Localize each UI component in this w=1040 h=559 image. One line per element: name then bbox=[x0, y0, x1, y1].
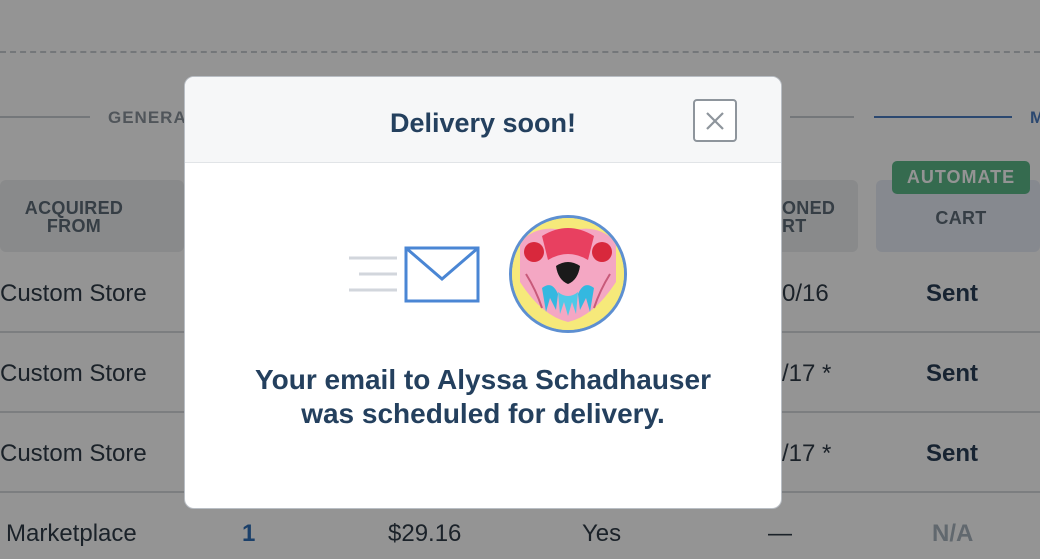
modal-title: Delivery soon! bbox=[389, 108, 577, 138]
avatar bbox=[509, 215, 627, 333]
modal-message-line-1: Your email to Alyssa Schadhauser bbox=[255, 364, 711, 395]
envelope-icon bbox=[349, 246, 480, 303]
close-icon bbox=[706, 112, 724, 130]
avatar-image bbox=[512, 218, 624, 330]
close-button[interactable] bbox=[693, 99, 737, 142]
modal-message-line-2: was scheduled for delivery. bbox=[301, 398, 665, 429]
modal-header: Delivery soon! bbox=[185, 77, 781, 163]
modal-message: Your email to Alyssa Schadhauser was sch… bbox=[185, 363, 781, 431]
delivery-modal: Delivery soon! Your email to Alyssa Scha… bbox=[184, 76, 782, 509]
